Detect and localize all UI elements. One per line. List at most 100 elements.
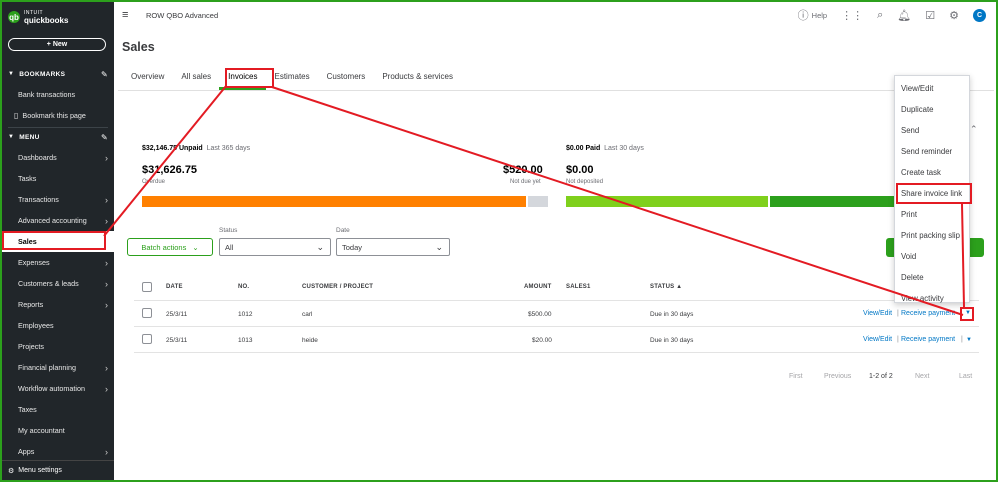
bell-icon[interactable]: 🔔︎: [897, 9, 911, 22]
menu-item-print-packing-slip[interactable]: Print packing slip: [901, 231, 960, 240]
sidebar-item-taxes[interactable]: Taxes: [2, 399, 114, 420]
pencil-icon[interactable]: ✎: [101, 133, 108, 142]
row2-date: 25/3/11: [166, 337, 188, 344]
col-header-status[interactable]: STATUS ▲: [650, 284, 682, 290]
not-deposited-bar[interactable]: [566, 196, 768, 207]
sidebar-item-financial-planning[interactable]: Financial planning ›: [2, 357, 114, 378]
menu-item-delete[interactable]: Delete: [901, 273, 924, 282]
bookmark-bank-transactions[interactable]: Bank transactions: [2, 84, 114, 105]
highlight-sales: [2, 231, 106, 250]
row2-amount: $20.00: [532, 337, 552, 344]
pager-previous[interactable]: Previous: [824, 373, 851, 380]
help-button[interactable]: ⓘ Help: [798, 7, 827, 23]
row-divider: [134, 352, 979, 353]
company-name: ROW QBO Advanced: [146, 11, 219, 20]
bookmark-icon: ▯: [14, 111, 19, 120]
select-all-checkbox[interactable]: [142, 282, 152, 292]
status-filter-label: Status: [219, 227, 238, 234]
row-divider: [134, 326, 979, 327]
sidebar-item-transactions[interactable]: Transactions ›: [2, 189, 114, 210]
col-header-no[interactable]: NO.: [238, 284, 249, 290]
pager-next[interactable]: Next: [915, 373, 929, 380]
menu-header[interactable]: ▼ MENU ✎: [2, 130, 114, 144]
row-checkbox[interactable]: [142, 334, 152, 344]
tab-products-services[interactable]: Products & services: [373, 68, 461, 90]
deposited-bar[interactable]: [770, 196, 896, 207]
row1-no: 1012: [238, 311, 253, 318]
new-button[interactable]: + New: [8, 38, 106, 51]
apps-grid-icon[interactable]: ⋮⋮: [841, 9, 863, 22]
not-deposited-amount[interactable]: $0.00: [566, 164, 594, 176]
row-checkbox[interactable]: [142, 308, 152, 318]
col-header-customer[interactable]: CUSTOMER / PROJECT: [302, 284, 373, 290]
tab-overview[interactable]: Overview: [122, 68, 172, 90]
sidebar-item-dashboards[interactable]: Dashboards ›: [2, 147, 114, 168]
arrow-sales-to-invoices: [103, 85, 227, 237]
row1-amount: $500.00: [528, 311, 552, 318]
sidebar-item-my-accountant[interactable]: My accountant: [2, 420, 114, 441]
chevron-down-icon: ▼: [8, 71, 15, 77]
menu-item-send-reminder[interactable]: Send reminder: [901, 147, 952, 156]
highlight-more-actions: [960, 307, 974, 321]
gear-icon: ⚙: [8, 467, 15, 475]
col-header-date[interactable]: DATE: [166, 284, 183, 290]
overdue-bar[interactable]: [142, 196, 526, 207]
header-divider: [134, 300, 979, 301]
col-header-sales1[interactable]: SALES1: [566, 284, 591, 290]
status-filter-select[interactable]: All ⌄: [219, 238, 331, 256]
sidebar-item-advanced-accounting[interactable]: Advanced accounting ›: [2, 210, 114, 231]
menu-item-view-activity[interactable]: View activity: [901, 294, 944, 303]
menu-item-view-edit[interactable]: View/Edit: [901, 84, 933, 93]
sidebar-item-apps[interactable]: Apps ›: [2, 441, 114, 462]
qb-logo-icon: qb: [8, 11, 20, 23]
sidebar-item-reports[interactable]: Reports ›: [2, 294, 114, 315]
collapse-caret-icon[interactable]: ⌃: [970, 124, 978, 135]
overdue-amount[interactable]: $31,626.75: [142, 164, 197, 176]
sidebar-item-expenses[interactable]: Expenses ›: [2, 252, 114, 273]
paid-summary: $0.00 Paid Last 30 days: [566, 145, 644, 152]
bookmark-this-page[interactable]: ▯ Bookmark this page: [2, 105, 114, 126]
menu-settings-button[interactable]: ⚙ Menu settings: [2, 460, 114, 480]
menu-item-void[interactable]: Void: [901, 252, 916, 261]
batch-actions-button[interactable]: Batch actions ⌄: [127, 238, 213, 256]
settings-gear-icon[interactable]: ⚙: [949, 9, 959, 22]
row2-more-actions-dropdown-icon[interactable]: ▼: [966, 337, 972, 343]
sidebar-item-employees[interactable]: Employees: [2, 315, 114, 336]
search-icon[interactable]: ⌕: [877, 9, 883, 22]
sidebar-item-workflow-automation[interactable]: Workflow automation ›: [2, 378, 114, 399]
menu-item-duplicate[interactable]: Duplicate: [901, 105, 934, 114]
chevron-right-icon: ›: [105, 383, 108, 394]
col-header-amount[interactable]: AMOUNT: [524, 284, 552, 290]
highlight-invoices-tab: [225, 68, 274, 88]
menu-item-create-task[interactable]: Create task: [901, 168, 941, 177]
row2-receive-payment-link[interactable]: Receive payment: [901, 336, 955, 343]
pager-range: 1-2 of 2: [869, 373, 893, 380]
pager-first[interactable]: First: [789, 373, 803, 380]
pencil-icon[interactable]: ✎: [101, 70, 108, 79]
sidebar-item-customers-leads[interactable]: Customers & leads ›: [2, 273, 114, 294]
action-separator: |: [897, 336, 899, 343]
help-icon: ⓘ: [797, 10, 809, 22]
row2-customer: heide: [302, 337, 318, 344]
tab-all-sales[interactable]: All sales: [172, 68, 219, 90]
menu-item-print[interactable]: Print: [901, 210, 917, 219]
sales-tabs: Overview All sales Invoices Estimates Cu…: [122, 68, 461, 90]
date-filter-select[interactable]: Today ⌄: [336, 238, 450, 256]
row1-receive-payment-link[interactable]: Receive payment: [901, 310, 955, 317]
bookmarks-header[interactable]: ▼ BOOKMARKS ✎: [2, 67, 114, 81]
menu-item-send[interactable]: Send: [901, 126, 919, 135]
chevron-right-icon: ›: [105, 152, 108, 163]
not-due-bar[interactable]: [528, 196, 548, 207]
sidebar-item-tasks[interactable]: Tasks: [2, 168, 114, 189]
sidebar-item-projects[interactable]: Projects: [2, 336, 114, 357]
tasks-icon[interactable]: ☑: [925, 9, 935, 22]
chevron-right-icon: ›: [105, 299, 108, 310]
tab-customers[interactable]: Customers: [318, 68, 374, 90]
row1-view-edit-link[interactable]: View/Edit: [863, 310, 892, 317]
pager-last[interactable]: Last: [959, 373, 972, 380]
avatar[interactable]: C: [973, 8, 986, 22]
collapse-menu-icon[interactable]: ≡: [122, 9, 128, 21]
quickbooks-logo[interactable]: qb INTUIT quickbooks: [8, 10, 68, 25]
not-due-amount[interactable]: $520.00: [503, 164, 543, 176]
row2-view-edit-link[interactable]: View/Edit: [863, 336, 892, 343]
